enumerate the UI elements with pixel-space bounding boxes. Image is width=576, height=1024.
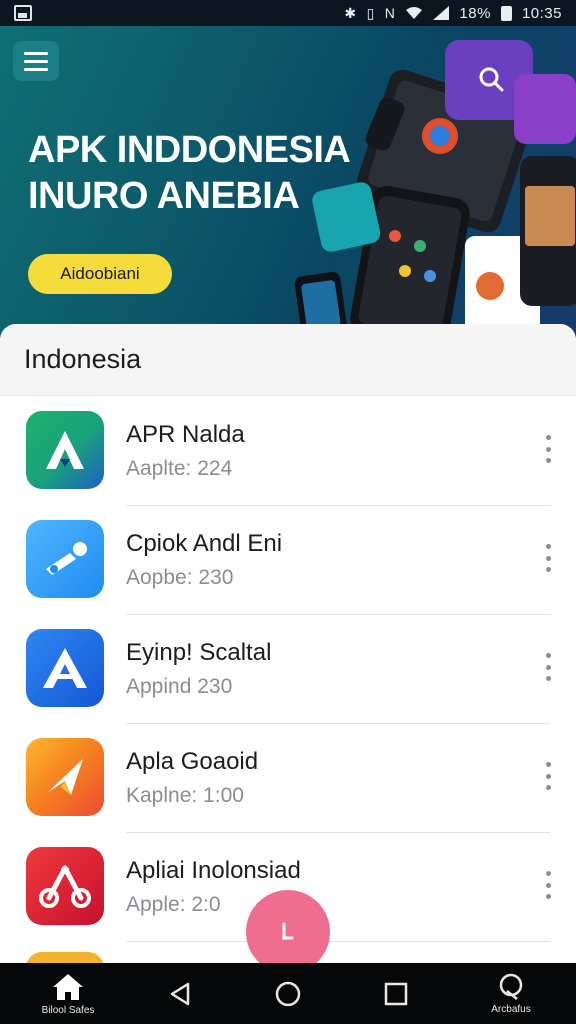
app-promo-tile <box>514 74 576 144</box>
app-meta: Apple: 2:0 <box>126 893 221 916</box>
list-item[interactable]: APR Nalda Aaplte: 224 <box>0 397 576 506</box>
clock: 10:35 <box>521 4 562 22</box>
more-options-icon[interactable] <box>540 653 556 681</box>
app-icon-blue-wrench <box>26 520 104 598</box>
app-name: Eyinp! Scaltal <box>126 639 272 666</box>
app-icon-blue-a <box>26 629 104 707</box>
app-name: Apla Goaoid <box>126 748 259 775</box>
status-bar: ✱ ▯ N 18% 10:35 <box>0 0 576 26</box>
recents-icon <box>384 982 408 1005</box>
nav-home[interactable]: Bilool Safes <box>30 963 106 1024</box>
app-icon-red-nodes <box>26 847 104 925</box>
hamburger-menu-icon[interactable] <box>13 41 59 81</box>
vibrate-icon: ▯ <box>366 4 375 21</box>
more-options-icon[interactable] <box>540 762 556 790</box>
hero-banner: APK INDDONESIA INURO ANEBIA Aidoobiani <box>0 26 576 336</box>
battery-icon <box>500 5 512 21</box>
home-icon <box>53 973 83 1000</box>
more-options-icon[interactable] <box>540 435 556 463</box>
section-title: Indonesia <box>0 324 576 396</box>
nav-account-label: Arcbafus <box>491 1003 531 1015</box>
hero-title-line2: INURO ANEBIA <box>28 175 300 217</box>
hero-cta-button[interactable]: Aidoobiani <box>28 254 172 294</box>
home-button[interactable] <box>272 963 304 1024</box>
app-name: APR Nalda <box>126 421 245 448</box>
app-name: Cpiok Andl Eni <box>126 530 283 557</box>
search-icon[interactable] <box>478 66 504 92</box>
list-item[interactable]: Eyinp! Scaltal Appind 230 <box>0 615 576 724</box>
app-icon-green-a <box>26 411 104 489</box>
account-icon <box>499 973 523 1000</box>
app-name: Apliai Inolonsiad <box>126 857 301 884</box>
home-circle-icon <box>275 981 301 1006</box>
app-list-sheet: Indonesia APR Nalda Aaplte: 224 Cpiok An… <box>0 324 576 964</box>
app-meta: Aaplte: 224 <box>126 457 233 480</box>
back-icon <box>170 982 190 1005</box>
more-options-icon[interactable] <box>540 544 556 572</box>
nav-home-label: Bilool Safes <box>41 1004 95 1016</box>
bluetooth-icon: ✱ <box>344 4 357 21</box>
list-item[interactable]: Cpiok Andl Eni Aopbe: 230 <box>0 506 576 615</box>
app-meta: Kaplne: 1:00 <box>126 784 244 807</box>
list-item[interactable]: Apla Goaoid Kaplne: 1:00 <box>0 724 576 833</box>
bottom-navigation: Bilool Safes Arcbafus <box>0 963 576 1024</box>
nfc-icon: N <box>384 5 396 21</box>
battery-percent: 18% <box>459 4 491 22</box>
more-options-icon[interactable] <box>540 871 556 899</box>
app-icon-orange-arrow <box>26 738 104 816</box>
app-meta: Appind 230 <box>126 675 233 698</box>
back-button[interactable] <box>164 963 196 1024</box>
nav-account[interactable]: Arcbafus <box>478 963 544 1024</box>
wifi-icon <box>406 7 423 19</box>
signal-icon <box>433 6 450 20</box>
app-meta: Aopbe: 230 <box>126 566 234 589</box>
gallery-notification-icon <box>14 5 32 21</box>
recents-button[interactable] <box>380 963 412 1024</box>
fab-action-icon[interactable] <box>246 890 330 974</box>
